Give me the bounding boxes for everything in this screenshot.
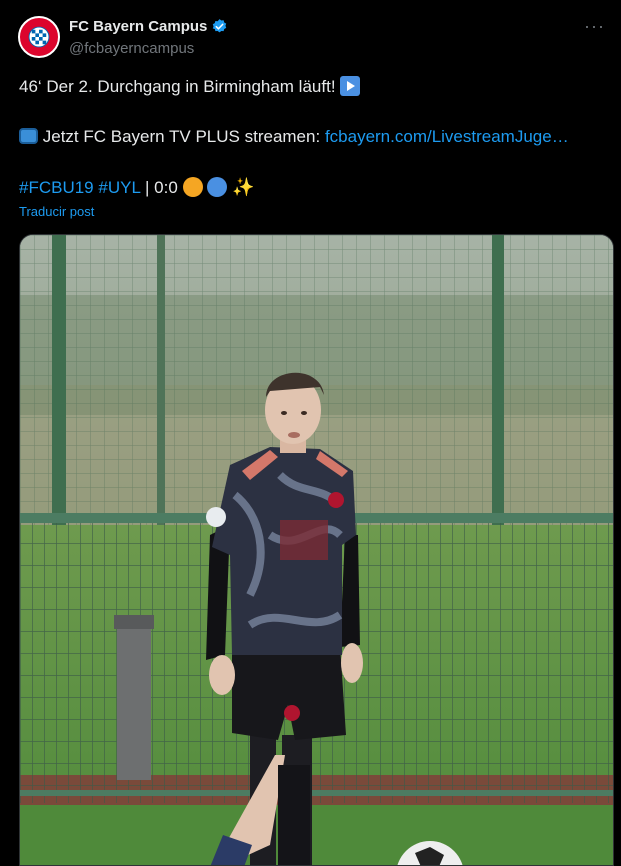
post-image[interactable]: [19, 234, 614, 866]
fc-bayern-logo-icon: [20, 18, 58, 56]
display-name[interactable]: FC Bayern Campus: [69, 18, 207, 35]
handle[interactable]: @fcbayerncampus: [69, 40, 194, 57]
post-text-line3: #FCBU19 #UYL | 0:0 ✨: [19, 176, 607, 199]
orange-circle-emoji-icon: [182, 177, 203, 197]
hashtag-fcbu19[interactable]: #FCBU19: [19, 178, 94, 197]
translate-post-link[interactable]: Traducir post: [19, 204, 94, 219]
post-text-line1: 46‘ Der 2. Durchgang in Birmingham läuft…: [19, 76, 607, 98]
hashtag-uyl[interactable]: #UYL: [98, 178, 140, 197]
post-header: FC Bayern Campus @fcbayerncampus ···: [18, 14, 613, 62]
sparkles-emoji-icon: ✨: [232, 177, 255, 197]
livestream-link[interactable]: fcbayern.com/LivestreamJuge…: [325, 127, 569, 146]
verified-badge-icon: [213, 19, 227, 33]
more-options-icon[interactable]: ···: [584, 17, 605, 35]
play-button-emoji-icon: [340, 76, 361, 96]
post-text-line2: Jetzt FC Bayern TV PLUS streamen: fcbaye…: [19, 126, 607, 148]
player-photo: [20, 235, 613, 865]
post-text-main: 46‘ Der 2. Durchgang in Birmingham läuft…: [19, 77, 336, 96]
blue-circle-emoji-icon: [207, 177, 228, 197]
score-text: | 0:0: [145, 178, 178, 197]
avatar[interactable]: [18, 16, 60, 58]
stream-prompt-text: Jetzt FC Bayern TV PLUS streamen:: [42, 127, 321, 146]
television-emoji-icon: [19, 128, 38, 144]
